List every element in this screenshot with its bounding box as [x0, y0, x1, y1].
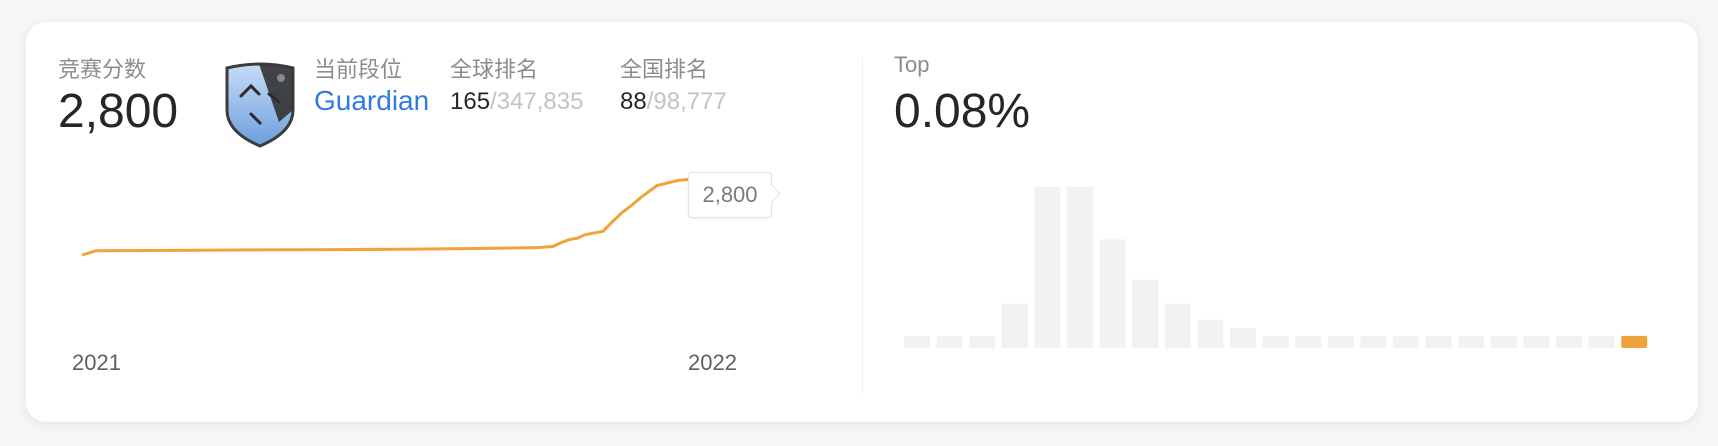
- distribution-bar: [1588, 335, 1615, 348]
- distribution-bar: [1197, 319, 1224, 348]
- distribution-bar: [1262, 335, 1289, 348]
- distribution-bar: [1327, 335, 1354, 348]
- contest-rating-card: 竞赛分数 2,800 当前段位 Guardian 全球排名 165/347,83…: [26, 22, 1698, 422]
- distribution-bar: [1295, 335, 1322, 348]
- distribution-bar: [1425, 335, 1452, 348]
- distribution-bar: [1458, 335, 1485, 348]
- distribution-bar: [1490, 335, 1517, 348]
- section-divider: [862, 57, 863, 393]
- distribution-bar-current: [1621, 335, 1648, 348]
- distribution-bar: [1164, 303, 1191, 348]
- distribution-bar: [1360, 335, 1387, 348]
- distribution-bar: [904, 335, 930, 348]
- distribution-bar: [1393, 335, 1419, 348]
- distribution-bar: [1230, 327, 1256, 348]
- distribution-bar: [1556, 335, 1582, 348]
- distribution-bar: [1132, 279, 1159, 348]
- distribution-bar: [1523, 335, 1550, 348]
- distribution-bar: [1034, 187, 1061, 348]
- top-percent-value: 0.08%: [894, 85, 1031, 138]
- distribution-bar: [1067, 187, 1093, 348]
- distribution-bar: [1099, 239, 1126, 348]
- top-label: Top: [894, 52, 930, 77]
- rating-distribution-bar-chart: [904, 187, 1648, 348]
- distribution-bar: [969, 335, 996, 348]
- distribution-bar: [936, 335, 963, 348]
- distribution-bar: [1001, 303, 1028, 348]
